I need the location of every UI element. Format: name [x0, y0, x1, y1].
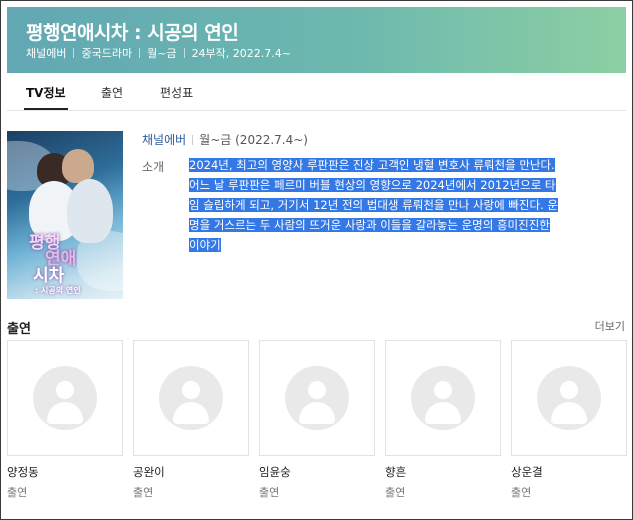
cast-card[interactable] — [7, 340, 123, 456]
cast-section-title: 출연 — [7, 322, 31, 337]
meta-genre: 중국드라마 — [81, 47, 133, 60]
description-line: 명을 거스르는 두 사람의 뜨거운 사랑과 이들을 갈라놓는 운명의 흥미진진한 — [189, 218, 550, 232]
description-line: 2024년, 최고의 영양사 루판판은 진상 고객인 냉혈 변호사 류뤄천을 만… — [189, 158, 555, 172]
description-line: 임 슬립하게 되고, 거기서 12년 전의 법대생 류뤄천을 만나 사랑에 빠진… — [189, 198, 558, 212]
meta-divider — [183, 48, 185, 58]
poster-figure-head — [62, 149, 94, 183]
cast-card[interactable] — [259, 340, 375, 456]
cast-name[interactable]: 임윤숭 — [259, 464, 291, 480]
description-line: 어느 날 루판판은 페르미 버블 현상의 영향으로 2024년에서 2012년으… — [189, 178, 556, 192]
meta-divider — [73, 48, 75, 58]
poster-subtitle: : 시공의 연인 — [35, 286, 81, 295]
cast-card[interactable] — [385, 340, 501, 456]
cast-more-link[interactable]: 더보기 — [595, 318, 625, 334]
avatar-placeholder-icon — [159, 366, 223, 430]
avatar-placeholder-icon — [411, 366, 475, 430]
cast-role: 출연 — [133, 486, 154, 499]
program-meta: 채널에버 중국드라마 월~금 24부작, 2022.7.4~ — [26, 45, 291, 61]
program-poster[interactable]: 평행 연애 시차 : 시공의 연인 — [7, 131, 123, 299]
info-divider — [192, 134, 194, 145]
info-schedule: 월~금 (2022.7.4~) — [199, 133, 308, 147]
cast-name[interactable]: 향흔 — [385, 464, 406, 480]
tab-cast[interactable]: 출연 — [101, 84, 123, 101]
cast-role: 출연 — [511, 486, 532, 499]
cast-name[interactable]: 공완이 — [133, 464, 165, 480]
cast-role: 출연 — [259, 486, 280, 499]
program-header: 평행연애시차 : 시공의 연인 채널에버 중국드라마 월~금 24부작, 202… — [7, 7, 626, 73]
cast-role: 출연 — [385, 486, 406, 499]
poster-title-line: 시차 — [33, 266, 65, 286]
avatar-placeholder-icon — [537, 366, 601, 430]
tab-bar: TV정보 출연 편성표 — [7, 73, 626, 111]
meta-divider — [139, 48, 141, 58]
program-title: 평행연애시차 : 시공의 연인 — [26, 22, 239, 44]
avatar-placeholder-icon — [285, 366, 349, 430]
poster-figure-body — [67, 179, 113, 243]
description-label: 소개 — [142, 160, 165, 174]
tab-tv-info[interactable]: TV정보 — [24, 84, 68, 110]
program-description: 2024년, 최고의 영양사 루판판은 진상 고객인 냉혈 변호사 류뤄천을 만… — [189, 155, 607, 255]
info-channel-link[interactable]: 채널에버 — [142, 131, 186, 148]
cast-name[interactable]: 양정동 — [7, 464, 39, 480]
info-broadcast-row: 채널에버 월~금 (2022.7.4~) — [142, 131, 612, 148]
cast-card[interactable] — [511, 340, 627, 456]
meta-days: 월~금 — [147, 47, 177, 60]
program-info: 채널에버 월~금 (2022.7.4~) — [142, 131, 612, 148]
tab-schedule[interactable]: 편성표 — [160, 84, 193, 101]
description-line: 이야기 — [189, 238, 221, 252]
meta-channel[interactable]: 채널에버 — [26, 45, 66, 61]
cast-role: 출연 — [7, 486, 28, 499]
meta-episodes: 24부작, 2022.7.4~ — [191, 47, 291, 60]
cast-card[interactable] — [133, 340, 249, 456]
avatar-placeholder-icon — [33, 366, 97, 430]
cast-name[interactable]: 상운결 — [511, 464, 543, 480]
